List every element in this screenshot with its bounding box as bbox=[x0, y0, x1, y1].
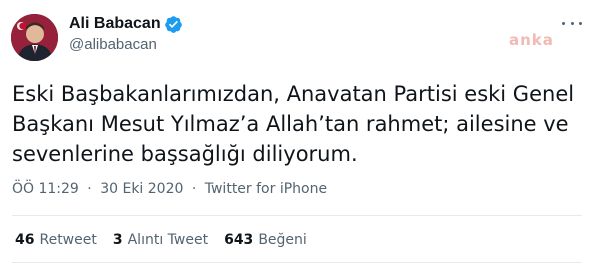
more-options-icon[interactable] bbox=[562, 16, 582, 30]
retweet-label: Retweet bbox=[39, 232, 97, 248]
meta-separator: · bbox=[191, 181, 197, 197]
meta-separator: · bbox=[87, 181, 92, 197]
avatar-image bbox=[11, 14, 58, 61]
like-stat[interactable]: 643 Beğeni bbox=[224, 232, 307, 248]
name-row: Ali Babacan bbox=[69, 13, 183, 35]
tweet-text: Eski Başbakanlarımızdan, Anavatan Partis… bbox=[12, 79, 582, 169]
quote-stat[interactable]: 3 Alıntı Tweet bbox=[113, 232, 208, 248]
verified-badge-icon bbox=[164, 15, 183, 34]
author-block: Ali Babacan @alibabacan bbox=[69, 13, 183, 53]
watermark: anka bbox=[509, 31, 554, 49]
divider bbox=[12, 262, 582, 263]
tweet-time[interactable]: ÖÖ 11:29 bbox=[12, 181, 79, 197]
quote-label: Alıntı Tweet bbox=[127, 232, 209, 248]
like-count: 643 bbox=[224, 232, 254, 248]
tweet-date[interactable]: 30 Eki 2020 bbox=[100, 181, 183, 197]
tweet-stats: 46 Retweet 3 Alıntı Tweet 643 Beğeni bbox=[15, 232, 323, 248]
tweet-text-line: sevenlerine başsağlığı diliyorum. bbox=[12, 142, 358, 166]
divider bbox=[12, 215, 582, 216]
tweet-meta: ÖÖ 11:29 · 30 Eki 2020 · Twitter for iPh… bbox=[12, 181, 327, 197]
retweet-count: 46 bbox=[15, 232, 35, 248]
handle[interactable]: @alibabacan bbox=[69, 36, 183, 53]
avatar[interactable] bbox=[11, 14, 58, 61]
retweet-stat[interactable]: 46 Retweet bbox=[15, 232, 97, 248]
tweet-card: Ali Babacan @alibabacan anka Eski Başbak… bbox=[0, 0, 594, 267]
tweet-text-line: Eski Başbakanlarımızdan, Anavatan Partis… bbox=[12, 82, 575, 106]
tweet-text-line: Başkanı Mesut Yılmaz’a Allah’tan rahmet;… bbox=[12, 112, 569, 136]
display-name[interactable]: Ali Babacan bbox=[69, 15, 161, 33]
quote-count: 3 bbox=[112, 232, 123, 248]
tweet-source[interactable]: Twitter for iPhone bbox=[205, 181, 327, 197]
like-label: Beğeni bbox=[258, 232, 307, 248]
